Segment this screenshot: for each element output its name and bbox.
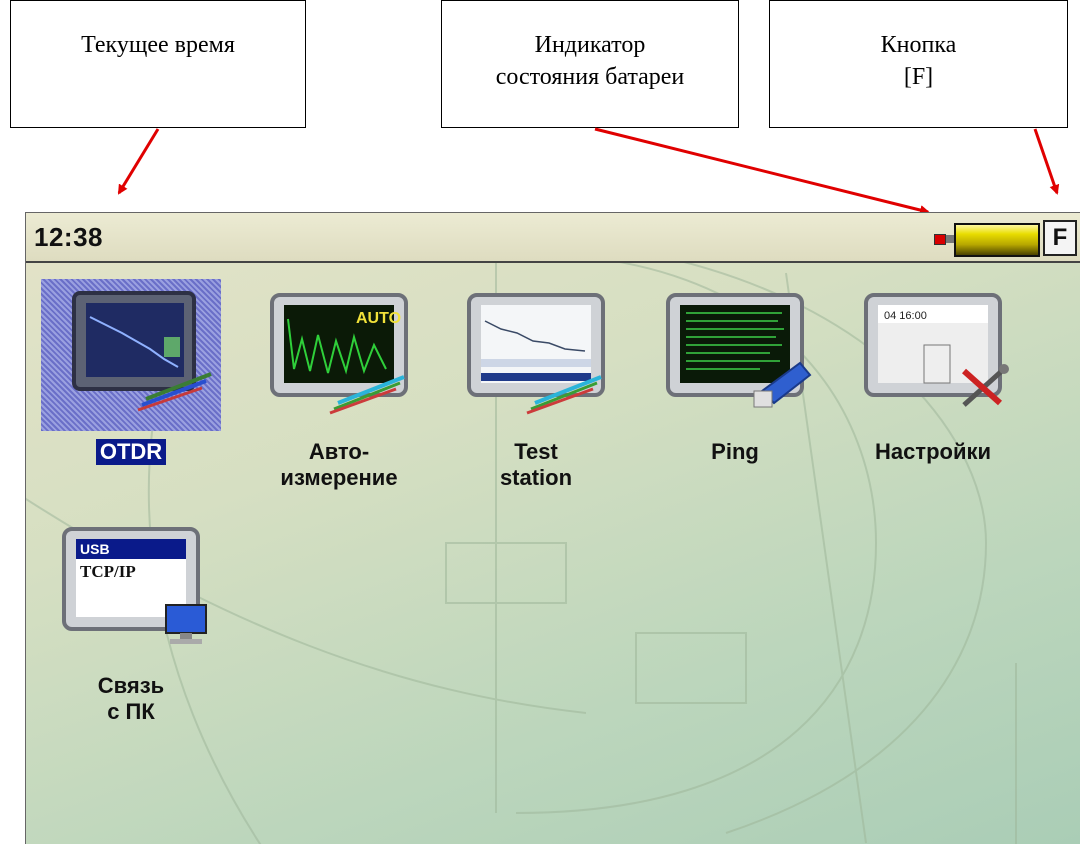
callout-current-time: Текущее время xyxy=(10,0,306,128)
app-test-station[interactable]: Test station xyxy=(441,279,631,491)
pc-connection-icon: USB TCP/IP xyxy=(62,527,207,644)
usb-screen-text: USB xyxy=(80,541,110,557)
app-otdr-selection xyxy=(41,279,221,431)
otdr-icon xyxy=(72,291,212,412)
settings-screen-text: 04 16:00 xyxy=(884,310,927,322)
app-settings[interactable]: 04 16:00 Настройки xyxy=(838,279,1028,465)
app-label-settings: Настройки xyxy=(874,439,992,464)
arrow-to-battery xyxy=(594,127,930,215)
tcpip-screen-text: TCP/IP xyxy=(80,562,136,581)
callout-f-line1: Кнопка xyxy=(880,32,957,58)
callout-f-line2: [F] xyxy=(903,64,934,90)
app-pc-connection[interactable]: USB TCP/IP Связь с ПК xyxy=(36,513,226,725)
callout-battery-indicator: Индикатор состояния батареи xyxy=(441,0,739,128)
app-label-ping: Ping xyxy=(711,439,759,464)
status-bar: 12:38 F xyxy=(26,213,1080,263)
battery-terminal-connector xyxy=(946,235,954,243)
callout-battery-line1: Индикатор xyxy=(534,32,646,58)
arrow-to-clock xyxy=(117,128,160,195)
auto-screen-text: AUTO xyxy=(356,310,401,327)
app-auto-measurement[interactable]: AUTO Авто- измерение xyxy=(244,279,434,491)
app-label-test-station: Test station xyxy=(499,439,573,490)
ping-icon xyxy=(666,293,812,408)
battery-indicator xyxy=(934,221,1040,257)
app-label-auto-measurement: Авто- измерение xyxy=(280,439,398,490)
battery-charge-level xyxy=(954,223,1040,257)
clock-time: 12:38 xyxy=(34,222,103,252)
app-otdr[interactable]: OTDR xyxy=(36,279,226,465)
battery-terminal xyxy=(934,234,946,245)
device-screen: 12:38 F OTDR AUTO Авто- измерение Test s… xyxy=(25,212,1080,844)
auto-measurement-icon: AUTO xyxy=(270,293,408,415)
app-label-pc-connection: Связь с ПК xyxy=(97,673,165,724)
settings-icon: 04 16:00 xyxy=(864,293,1009,407)
app-label-otdr: OTDR xyxy=(95,439,167,465)
callout-time-text: Текущее время xyxy=(81,32,235,58)
callout-battery-line2: состояния батареи xyxy=(495,64,685,90)
arrow-to-f-button xyxy=(1033,128,1060,195)
callout-f-button: Кнопка [F] xyxy=(769,0,1068,128)
app-ping[interactable]: Ping xyxy=(640,279,830,465)
test-station-icon xyxy=(467,293,605,415)
f-button[interactable]: F xyxy=(1043,220,1077,256)
